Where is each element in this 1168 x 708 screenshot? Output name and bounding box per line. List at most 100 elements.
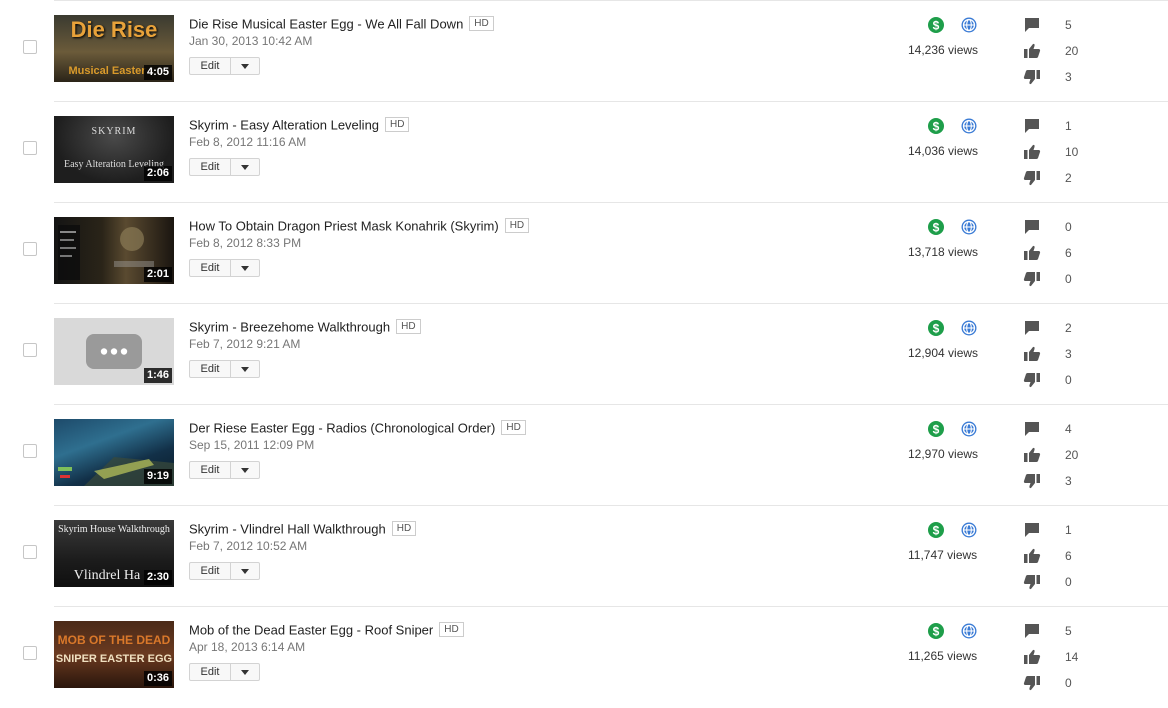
title-line: Skyrim - Easy Alteration Leveling HD <box>189 116 410 133</box>
upload-date: Apr 18, 2013 6:14 AM <box>189 640 306 654</box>
hd-badge: HD <box>391 521 417 537</box>
dollar-circle-icon[interactable]: $ <box>928 421 944 437</box>
thumbnail-title-text: Die Rise <box>70 17 158 42</box>
dollar-circle-icon[interactable]: $ <box>928 623 944 639</box>
edit-button-group: Edit <box>189 259 260 277</box>
edit-button[interactable]: Edit <box>190 159 231 175</box>
video-title[interactable]: Skyrim - Easy Alteration Leveling <box>189 117 379 132</box>
comment-icon <box>1025 624 1039 638</box>
video-row: SKYRIM Easy Alteration Leveling 2:06 Sky… <box>0 101 1168 202</box>
like-count: 14 <box>1065 650 1079 664</box>
title-line: Der Riese Easter Egg - Radios (Chronolog… <box>189 419 526 436</box>
video-row: Die Rise Musical Easter 4:05 Die Rise Mu… <box>0 0 1168 101</box>
dislike-count: 3 <box>1065 474 1072 488</box>
thumbs-up-icon <box>1024 43 1041 58</box>
view-count: 13,718 views <box>908 245 979 259</box>
video-thumbnail[interactable]: SKYRIM Easy Alteration Leveling 2:06 <box>54 116 174 183</box>
edit-button[interactable]: Edit <box>190 260 231 276</box>
globe-icon[interactable] <box>961 320 977 336</box>
edit-button[interactable]: Edit <box>190 58 231 74</box>
select-checkbox[interactable] <box>23 40 37 54</box>
video-thumbnail[interactable]: 1:46 <box>54 318 174 385</box>
hd-badge: HD <box>396 319 421 335</box>
svg-text:$: $ <box>933 19 940 33</box>
comment-icon <box>1025 18 1039 32</box>
thumbs-up-icon <box>1024 245 1041 260</box>
video-thumbnail[interactable]: 9:19 <box>54 419 174 486</box>
comment-count: 1 <box>1065 523 1072 537</box>
edit-button[interactable]: Edit <box>190 563 231 579</box>
thumbnail-subtitle-text: SNIPER EASTER EGG <box>55 653 173 665</box>
video-thumbnail[interactable]: MOB OF THE DEAD SNIPER EASTER EGG 0:36 <box>54 621 174 688</box>
view-count: 12,904 views <box>908 346 979 360</box>
edit-dropdown-button[interactable] <box>231 563 259 579</box>
globe-icon[interactable] <box>961 522 977 538</box>
upload-date: Feb 7, 2012 10:52 AM <box>189 539 308 553</box>
edit-dropdown-button[interactable] <box>231 462 259 478</box>
dislike-count: 0 <box>1065 272 1072 286</box>
globe-icon[interactable] <box>961 219 977 235</box>
edit-button-group: Edit <box>189 562 260 580</box>
thumbs-up-icon <box>1024 144 1041 159</box>
comment-icon <box>1025 220 1039 234</box>
edit-button[interactable]: Edit <box>190 462 231 478</box>
dollar-circle-icon[interactable]: $ <box>928 17 944 33</box>
video-thumbnail[interactable]: 2:01 <box>54 217 174 284</box>
dollar-circle-icon[interactable]: $ <box>928 320 944 336</box>
edit-dropdown-button[interactable] <box>231 159 259 175</box>
video-title[interactable]: Die Rise Musical Easter Egg - We All Fal… <box>189 16 463 31</box>
edit-dropdown-button[interactable] <box>231 664 259 680</box>
thumbs-down-icon <box>1023 272 1040 287</box>
upload-date: Jan 30, 2013 10:42 AM <box>189 34 313 48</box>
duration-badge: 0:36 <box>143 671 172 686</box>
globe-icon[interactable] <box>961 421 977 437</box>
comment-icon <box>1025 422 1039 436</box>
dollar-circle-icon[interactable]: $ <box>928 219 944 235</box>
edit-button-group: Edit <box>189 360 260 378</box>
chevron-down-icon <box>241 366 249 372</box>
comment-count: 4 <box>1065 422 1072 436</box>
row-divider <box>54 101 1168 102</box>
thumbs-up-icon <box>1024 346 1041 361</box>
duration-badge: 2:01 <box>143 267 172 282</box>
select-checkbox[interactable] <box>23 343 37 357</box>
edit-dropdown-button[interactable] <box>231 58 259 74</box>
select-checkbox[interactable] <box>23 646 37 660</box>
video-thumbnail[interactable]: Die Rise Musical Easter 4:05 <box>54 15 174 82</box>
comment-count: 0 <box>1065 220 1072 234</box>
select-checkbox[interactable] <box>23 141 37 155</box>
dollar-circle-icon[interactable]: $ <box>928 118 944 134</box>
video-title[interactable]: Skyrim - Vlindrel Hall Walkthrough <box>189 521 386 536</box>
globe-icon[interactable] <box>961 118 977 134</box>
title-line: Skyrim - Vlindrel Hall Walkthrough HD <box>189 520 417 537</box>
row-divider <box>54 505 1168 506</box>
video-title[interactable]: Mob of the Dead Easter Egg - Roof Sniper <box>189 622 433 637</box>
select-checkbox[interactable] <box>23 545 37 559</box>
edit-dropdown-button[interactable] <box>231 260 259 276</box>
like-count: 6 <box>1065 549 1072 563</box>
duration-badge: 9:19 <box>143 469 172 484</box>
like-count: 3 <box>1065 347 1072 361</box>
video-title[interactable]: How To Obtain Dragon Priest Mask Konahri… <box>189 218 499 233</box>
thumbs-down-icon <box>1023 373 1040 388</box>
comment-icon <box>1025 523 1039 537</box>
dislike-count: 0 <box>1065 575 1072 589</box>
globe-icon[interactable] <box>961 623 977 639</box>
svg-text:$: $ <box>933 322 940 336</box>
select-checkbox[interactable] <box>23 444 37 458</box>
edit-dropdown-button[interactable] <box>231 361 259 377</box>
like-count: 20 <box>1065 448 1079 462</box>
edit-button[interactable]: Edit <box>190 361 231 377</box>
svg-text:$: $ <box>933 120 940 134</box>
dislike-count: 3 <box>1065 70 1072 84</box>
video-title[interactable]: Der Riese Easter Egg - Radios (Chronolog… <box>189 420 495 435</box>
edit-button[interactable]: Edit <box>190 664 231 680</box>
video-thumbnail[interactable]: Skyrim House Walkthrough Vlindrel Ha 2:3… <box>54 520 174 587</box>
chevron-down-icon <box>241 164 249 170</box>
globe-icon[interactable] <box>961 17 977 33</box>
video-title[interactable]: Skyrim - Breezehome Walkthrough <box>189 319 390 334</box>
row-divider <box>54 606 1168 607</box>
dollar-circle-icon[interactable]: $ <box>928 522 944 538</box>
upload-date: Feb 8, 2012 8:33 PM <box>189 236 302 250</box>
select-checkbox[interactable] <box>23 242 37 256</box>
